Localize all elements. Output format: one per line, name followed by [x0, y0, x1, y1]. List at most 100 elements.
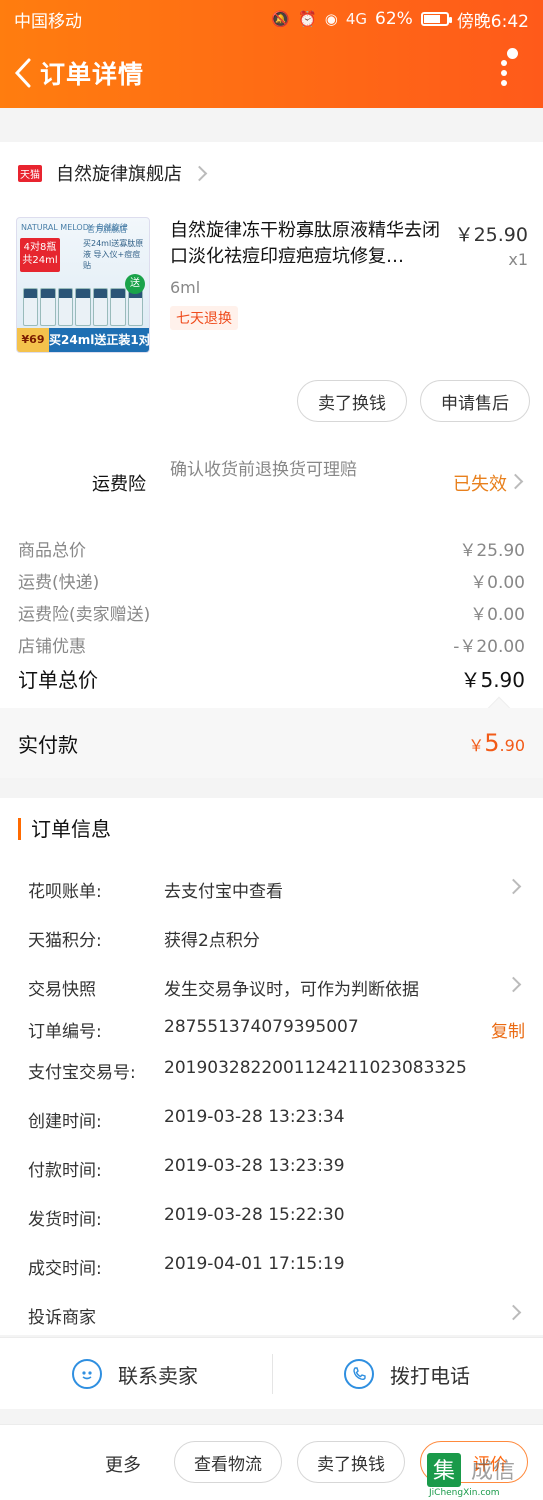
product-card: 天猫 自然旋律旗舰店 NATURAL MELODY 自然旋律 官方旗舰店 4对8… [0, 142, 543, 778]
paid-row: 实付款 ￥5.90 [0, 708, 543, 778]
shop-header[interactable]: 天猫 自然旋律旗舰店 [18, 160, 208, 186]
info-label: 支付宝交易号: [28, 1063, 136, 1083]
info-label: 天猫积分: [28, 931, 102, 951]
eye-icon: ◉ [324, 10, 338, 28]
info-label: 花呗账单: [28, 882, 102, 902]
fee-label: 运费(快递) [18, 573, 100, 593]
huabei-link[interactable]: 去支付宝中查看 [164, 877, 283, 902]
copy-button[interactable]: 复制 [491, 1017, 525, 1042]
svg-text:成信: 成信 [471, 1459, 515, 1484]
fee-value: ￥25.90 [459, 541, 525, 561]
order-number: 287551374079395007 [164, 1017, 359, 1037]
battery-icon [420, 12, 452, 26]
sell-for-cash-button[interactable]: 卖了换钱 [297, 380, 407, 422]
phone-icon [344, 1359, 374, 1389]
info-label: 发货时间: [28, 1210, 102, 1230]
order-total-row: 订单总价 ￥5.90 [18, 664, 525, 693]
image-price: ¥69 [17, 328, 49, 352]
paid-amount: ￥5.90 [468, 729, 525, 757]
image-banner: 买24ml送正装1对 [49, 328, 149, 352]
order-info-card: 订单信息 花呗账单: 去支付宝中查看 天猫积分: 获得2点积分 交易快照 发生交… [0, 798, 543, 1335]
paid-label: 实付款 [18, 732, 78, 757]
create-time: 2019-03-28 13:23:34 [164, 1107, 345, 1127]
shipping-insurance-status[interactable]: 已失效 [453, 470, 507, 496]
sell-for-cash-button-bottom[interactable]: 卖了换钱 [297, 1441, 405, 1483]
status-icons: 🔕 ⏰ ◉ 4G 62% 傍晚6:42 [271, 7, 529, 32]
view-logistics-button[interactable]: 查看物流 [174, 1441, 282, 1483]
battery-percent: 62% [375, 9, 413, 29]
more-button[interactable]: 更多 [105, 1451, 141, 1477]
top-header: 中国移动 🔕 ⏰ ◉ 4G 62% 傍晚6:42 订单详情 [0, 0, 543, 108]
order-info-title: 订单信息 [18, 818, 111, 840]
order-total-label: 订单总价 [18, 668, 98, 692]
return-policy-badge: 七天退换 [170, 306, 238, 330]
gift-badge: 送 [125, 274, 145, 294]
complain-seller-link[interactable]: 投诉商家 [28, 1303, 96, 1328]
fee-value: -￥20.00 [453, 637, 525, 657]
shop-name: 自然旋律旗舰店 [56, 164, 182, 185]
watermark-logo: 集 成信 JiChengXin.com [425, 1451, 537, 1498]
bottom-action-bar: 更多 查看物流 卖了换钱 评价 集 成信 JiChengXin.com [0, 1424, 543, 1500]
image-desc: 买24ml送寡肽原液 导入仪+痘痘贴 [83, 239, 144, 270]
svg-text:集: 集 [433, 1459, 455, 1484]
order-total-value: ￥5.90 [460, 668, 525, 692]
info-label: 订单编号: [28, 1022, 102, 1042]
snapshot-link[interactable]: 发生交易争议时，可作为判断依据 [164, 975, 419, 1000]
info-label: 交易快照 [28, 980, 96, 1000]
ship-time: 2019-03-28 15:22:30 [164, 1205, 345, 1225]
alipay-trade-number: 2019032822001124211023083325 [164, 1058, 467, 1078]
call-phone-button[interactable]: 拨打电话 [344, 1338, 470, 1410]
chevron-right-icon [505, 878, 522, 895]
fee-label: 商品总价 [18, 541, 86, 561]
fee-label: 店铺优惠 [18, 637, 86, 657]
contact-seller-label: 联系卖家 [118, 1363, 198, 1388]
fee-row: 运费险(卖家赠送) ￥0.00 [18, 600, 525, 625]
pay-time: 2019-03-28 13:23:39 [164, 1156, 345, 1176]
contact-seller-button[interactable]: 联系卖家 [72, 1338, 198, 1410]
fee-row: 运费(快递) ￥0.00 [18, 568, 525, 593]
divider [272, 1354, 273, 1394]
product-quantity: x1 [508, 250, 528, 269]
mute-icon: 🔕 [271, 10, 291, 28]
fee-value: ￥0.00 [470, 605, 525, 625]
chevron-right-icon [505, 1304, 522, 1321]
notification-dot [507, 48, 518, 59]
watermark-text: JiChengXin.com [428, 1488, 500, 1497]
product-price: ￥25.90 [454, 224, 528, 246]
shipping-insurance-label: 运费险 [92, 474, 146, 495]
product-title[interactable]: 自然旋律冻干粉寡肽原液精华去闭口淡化祛痘印痘疤痘坑修复… [170, 218, 448, 270]
info-label: 创建时间: [28, 1112, 102, 1132]
chat-bubble-icon [72, 1359, 102, 1389]
info-label: 成交时间: [28, 1259, 102, 1279]
image-promo-sub: 共24ml [22, 255, 58, 266]
fee-value: ￥0.00 [470, 573, 525, 593]
back-icon[interactable] [8, 53, 38, 93]
call-phone-label: 拨打电话 [390, 1363, 470, 1388]
image-promo: 4对8瓶 共24ml [20, 238, 60, 272]
fee-row: 商品总价 ￥25.90 [18, 536, 525, 561]
clock: 傍晚6:42 [456, 11, 529, 32]
deal-time: 2019-04-01 17:15:19 [164, 1254, 345, 1274]
product-spec: 6ml [170, 278, 201, 297]
carrier-label: 中国移动 [14, 11, 82, 32]
chevron-right-icon [507, 473, 524, 490]
apply-aftersale-button[interactable]: 申请售后 [420, 380, 530, 422]
image-promo-main: 4对8瓶 [23, 242, 57, 253]
tmall-icon: 天猫 [18, 164, 42, 182]
nav-bar: 订单详情 [0, 38, 543, 108]
info-value: 获得2点积分 [164, 931, 260, 951]
alarm-icon: ⏰ [298, 10, 317, 28]
fee-row: 店铺优惠 -￥20.00 [18, 632, 525, 657]
chevron-right-icon [191, 165, 208, 181]
more-options-icon[interactable] [491, 48, 521, 96]
chevron-right-icon [505, 976, 522, 993]
paid-currency: ￥ [468, 736, 485, 755]
product-image[interactable]: NATURAL MELODY 自然旋律 官方旗舰店 4对8瓶 共24ml 买24… [16, 217, 150, 353]
contact-bar: 联系卖家 拨打电话 [0, 1337, 543, 1409]
signal-icon: 4G [345, 10, 368, 28]
fee-label: 运费险(卖家赠送) [18, 605, 151, 625]
image-shop-tag: 官方旗舰店 [87, 225, 127, 234]
paid-int: 5 [484, 729, 500, 757]
status-bar: 中国移动 🔕 ⏰ ◉ 4G 62% 傍晚6:42 [0, 0, 543, 38]
shipping-insurance-desc: 确认收货前退换货可理赔 [170, 460, 357, 480]
